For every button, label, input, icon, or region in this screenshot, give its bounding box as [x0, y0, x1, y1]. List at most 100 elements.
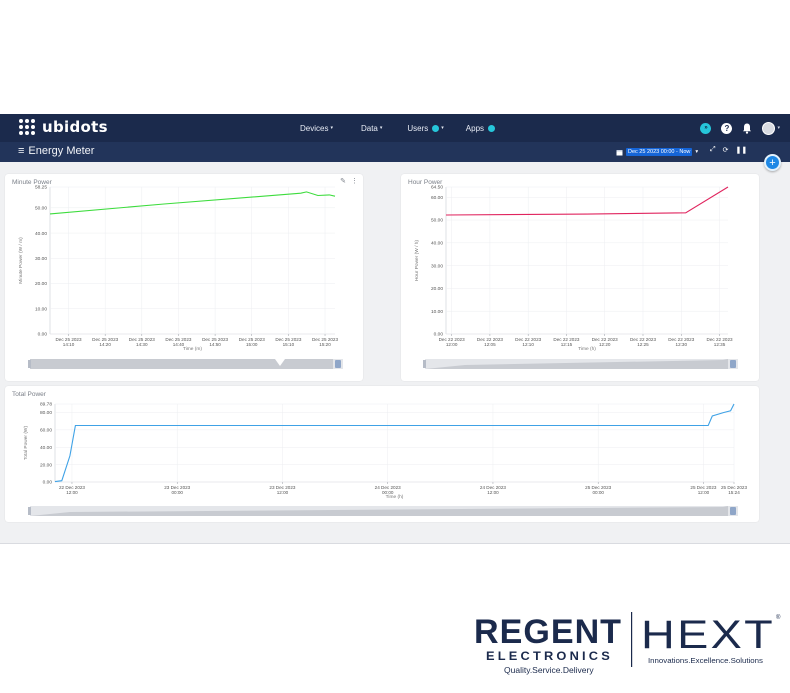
x-tick-label: 12:00	[446, 342, 458, 347]
brand-divider	[631, 612, 633, 667]
x-tick-label: 12:05	[484, 342, 496, 347]
x-axis-label: Time (h)	[578, 346, 596, 352]
y-tick-label: 40.00	[431, 241, 443, 247]
regent-logo-text: REGENT	[474, 613, 622, 651]
y-tick-label: 40.00	[40, 445, 52, 451]
widget-minute-power: Minute Power ✎ ⋮ 0.00 10.00 20.00 30.00 40.0…	[5, 174, 363, 381]
regent-tagline: Quality.Service.Delivery	[504, 665, 594, 675]
nav-apps[interactable]: Apps	[465, 123, 496, 133]
user-avatar[interactable]	[762, 121, 776, 135]
hamburger-menu-icon[interactable]: ≡	[18, 145, 24, 157]
nav-devices-label: Devices	[300, 123, 329, 133]
x-axis-label: Time (h)	[386, 494, 404, 500]
x-tick-label: 14:50	[209, 342, 221, 347]
x-tick-label: 12:00	[277, 490, 289, 495]
y-tick-label: 10.00	[431, 309, 443, 315]
y-tick-label: 10.00	[35, 306, 47, 312]
chevron-down-icon: ▾	[379, 125, 383, 131]
hext-logo-text: HEXT	[641, 613, 775, 657]
x-tick-label: 12:10	[522, 342, 534, 347]
notifications-beacon-icon[interactable]: »	[700, 122, 712, 134]
chevron-down-icon[interactable]: ▾	[777, 125, 780, 131]
y-tick-label: 20.00	[40, 462, 52, 468]
nav-data-label: Data	[360, 123, 378, 133]
y-axis-label: Total Power (W)	[23, 426, 29, 461]
nav-data[interactable]: Data ▾	[361, 124, 382, 133]
plus-icon: +	[769, 156, 776, 169]
x-tick-label: 14:20	[99, 342, 111, 347]
x-tick-label: 12:15	[561, 342, 573, 347]
y-tick-label: 20.00	[431, 286, 443, 292]
x-tick-label: 00:00	[592, 490, 604, 495]
x-tick-label: 00:00	[171, 490, 183, 495]
y-axis-label: Minute Power (W / m)	[18, 237, 24, 284]
hext-tagline: Innovations.Excellence.Solutions	[648, 656, 763, 665]
range-slider-fill	[30, 359, 333, 369]
nav-users-label: Users	[407, 123, 429, 133]
x-tick-label: 15:24	[728, 490, 740, 495]
chevron-down-icon: ▾	[330, 125, 333, 131]
series-line	[54, 403, 735, 483]
y-tick-label: 30.00	[431, 263, 443, 269]
x-tick-label: 15:10	[283, 342, 295, 347]
range-slider-handle	[423, 360, 426, 368]
brand-logos: REGENT ELECTRONICS Quality.Service.Deliv…	[474, 612, 781, 675]
dashboard-title[interactable]: ≡ Energy Meter	[18, 145, 94, 157]
x-axis-label: Time (m)	[183, 346, 202, 352]
ubidots-logo[interactable]: ubidots	[18, 118, 108, 136]
y-tick-label: 30.00	[35, 256, 47, 262]
x-tick-label: 15:20	[319, 342, 331, 347]
x-tick-label: 12:25	[637, 342, 649, 347]
chevron-down-icon: ▾	[695, 149, 699, 155]
new-badge-icon	[432, 124, 440, 132]
y-tick-label: 0.00	[38, 332, 48, 338]
y-tick-label: 58.25	[35, 185, 47, 191]
y-tick-label: 0.00	[43, 480, 53, 486]
series-line	[49, 191, 336, 215]
x-tick-label: 12:00	[66, 490, 78, 495]
electronics-text: ELECTRONICS	[486, 649, 613, 663]
x-tick-label: 12:20	[599, 342, 611, 347]
y-tick-label: 80.00	[40, 410, 52, 416]
top-navbar: ubidots Devices ▾ Data ▾ Users ▾ Apps » ? ▾	[0, 114, 790, 142]
date-range-value: Dec 25 2023 00:00 - Now	[626, 148, 693, 156]
fullscreen-icon[interactable]: ⤢	[710, 146, 716, 154]
widget-hour-power: Hour Power 0.00 10.00 20.00 30.00 40.00 50.00…	[401, 174, 759, 381]
total-power-chart[interactable]: 0.0020.0040.0060.0080.0089.7822 Dec 2023…	[5, 386, 759, 522]
y-tick-label: 50.00	[431, 218, 443, 224]
x-tick-label: 12:35	[714, 342, 726, 347]
logo-text: ubidots	[42, 118, 108, 136]
x-tick-label: 12:30	[676, 342, 688, 347]
add-widget-button[interactable]: +	[764, 154, 781, 171]
refresh-icon[interactable]: ⟳	[723, 146, 729, 154]
nav-apps-label: Apps	[465, 123, 485, 133]
date-range-picker[interactable]: Dec 25 2023 00:00 - Now ▾	[616, 147, 698, 157]
topbar-actions: » ? ▾	[700, 114, 780, 142]
y-tick-label: 89.78	[40, 402, 52, 408]
y-tick-label: 60.00	[40, 428, 52, 434]
dashboard-bar: ≡ Energy Meter Dec 25 2023 00:00 - Now ▾…	[0, 142, 790, 162]
widget-total-power: Total Power 0.00 20.00 40.00 60.00 80.00 89.7…	[5, 386, 759, 522]
range-slider-handle	[730, 360, 736, 368]
chevron-down-icon: ▾	[441, 125, 444, 131]
series-line	[445, 186, 729, 216]
x-tick-label: 14:10	[63, 342, 75, 347]
bell-icon[interactable]	[742, 123, 752, 134]
hour-power-chart[interactable]: 0.0010.0020.0030.0040.0050.0060.0064.50D…	[401, 174, 759, 381]
y-tick-label: 60.00	[431, 195, 443, 201]
x-tick-label: 12:00	[698, 490, 710, 495]
registered-mark: ®	[776, 614, 781, 621]
range-slider-handle	[730, 507, 736, 515]
y-tick-label: 40.00	[35, 231, 47, 237]
y-tick-label: 20.00	[35, 281, 47, 287]
pause-icon[interactable]: ❚❚	[735, 146, 747, 154]
nav-devices[interactable]: Devices ▾	[300, 124, 333, 133]
ubidots-app: ubidots Devices ▾ Data ▾ Users ▾ Apps » ? ▾	[0, 114, 790, 544]
logo-dots-icon	[18, 118, 36, 136]
range-slider-handle	[28, 360, 31, 368]
y-tick-label: 64.50	[431, 185, 443, 191]
nav-users[interactable]: Users ▾	[407, 124, 443, 133]
minute-power-chart[interactable]: 0.0010.0020.0030.0040.0050.0058.25Dec 25…	[5, 174, 363, 381]
range-slider-handle	[335, 360, 341, 368]
help-icon[interactable]: ?	[721, 122, 733, 134]
